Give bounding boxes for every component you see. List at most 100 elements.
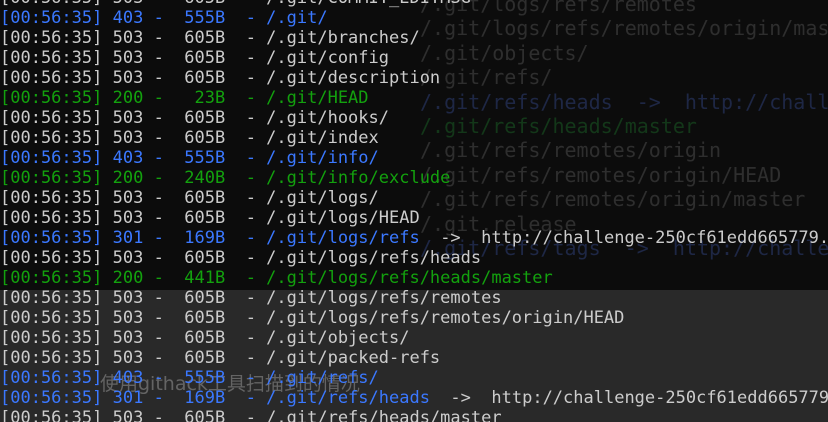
log-request-path: /.git/logs/HEAD — [266, 208, 420, 228]
log-status-code: 503 — [112, 68, 144, 88]
log-request-path: /.git/refs/heads — [266, 388, 430, 408]
log-status-code: 503 — [112, 248, 144, 268]
log-response-size: 555B — [184, 368, 226, 388]
log-status-code: 503 — [112, 308, 144, 328]
log-line: [00:56:35] 301 - 169B - /.git/refs/heads… — [0, 388, 828, 408]
log-response-size: 605B — [184, 68, 226, 88]
log-status-code: 503 — [112, 108, 144, 128]
log-request-path: /.git/logs/ — [266, 188, 379, 208]
log-timestamp: [00:56:35] — [0, 128, 103, 148]
log-response-size: 605B — [184, 188, 226, 208]
log-response-size: 169B — [184, 228, 226, 248]
log-timestamp: [00:56:35] — [0, 208, 103, 228]
log-line: [00:56:35] 200 - 240B - /.git/info/exclu… — [0, 168, 451, 188]
log-request-path: /.git/ — [266, 8, 328, 28]
log-request-path: /.git/HEAD — [266, 88, 369, 108]
log-timestamp: [00:56:35] — [0, 28, 103, 48]
log-response-size: 169B — [184, 388, 226, 408]
log-status-code: 503 — [112, 128, 144, 148]
log-request-path: /.git/info/ — [266, 148, 379, 168]
log-line: [00:56:35] 503 - 605B - /.git/logs/ — [0, 188, 379, 208]
log-response-size: 605B — [184, 348, 226, 368]
log-request-path: /.git/logs/refs/remotes/origin/HEAD — [266, 308, 625, 328]
log-response-size: 441B — [184, 268, 226, 288]
log-timestamp: [00:56:35] — [0, 408, 103, 422]
log-request-path: /.git/branches/ — [266, 28, 420, 48]
log-timestamp: [00:56:35] — [0, 368, 103, 388]
log-timestamp: [00:56:35] — [0, 308, 103, 328]
log-line: [00:56:35] 503 - 605B - /.git/objects/ — [0, 328, 410, 348]
log-status-code: 503 — [112, 208, 144, 228]
log-response-size: 605B — [184, 328, 226, 348]
log-timestamp: [00:56:35] — [0, 88, 103, 108]
log-timestamp: [00:56:35] — [0, 348, 103, 368]
terminal-window[interactable]: /.git/logs/refs/remotes/.git/logs/refs/r… — [0, 0, 828, 422]
log-timestamp: [00:56:35] — [0, 188, 103, 208]
log-request-path: /.git/objects/ — [266, 328, 410, 348]
log-timestamp: [00:56:35] — [0, 0, 102, 8]
log-response-size: 605B — [184, 0, 225, 8]
log-timestamp: [00:56:35] — [0, 268, 103, 288]
log-timestamp: [00:56:35] — [0, 328, 103, 348]
log-response-size: 605B — [184, 408, 226, 422]
log-redirect-url: http://challenge-250cf61edd665779.s — [491, 388, 828, 408]
log-timestamp: [00:56:35] — [0, 388, 103, 408]
log-line: [00:56:35] 503 - 605B - /.git/packed-ref… — [0, 348, 441, 368]
log-request-path: /.git/config — [266, 48, 389, 68]
log-request-path: /.git/index — [266, 128, 379, 148]
log-response-size: 240B — [184, 168, 226, 188]
log-request-path: /.git/packed-refs — [266, 348, 441, 368]
log-line: [00:56:35] 403 - 555B - /.git/ — [0, 8, 328, 28]
log-response-size: 605B — [184, 208, 226, 228]
log-request-path: /.git/description — [266, 68, 441, 88]
log-timestamp: [00:56:35] — [0, 8, 103, 28]
log-request-path: /.git/logs/refs/heads — [266, 248, 482, 268]
log-request-path: /.git/logs/refs/heads/master — [266, 268, 553, 288]
log-timestamp: [00:56:35] — [0, 108, 103, 128]
log-line: [00:56:35] 200 - 23B - /.git/HEAD — [0, 88, 369, 108]
log-line: [00:56:35] 403 - 555B - /.git/info/ — [0, 148, 379, 168]
log-status-code: 200 — [112, 88, 144, 108]
log-status-code: 503 — [113, 0, 144, 8]
log-line: [00:56:35] 503 - 605B - /.git/descriptio… — [0, 68, 441, 88]
log-status-code: 200 — [112, 168, 144, 188]
log-response-size: 23B — [194, 88, 226, 108]
log-status-code: 503 — [112, 408, 144, 422]
log-timestamp: [00:56:35] — [0, 148, 103, 168]
log-line: [00:56:35] 301 - 169B - /.git/logs/refs … — [0, 228, 828, 248]
log-response-size: 605B — [184, 48, 226, 68]
log-line: [00:56:35] 503 - 605B - /.git/refs/heads… — [0, 408, 828, 422]
log-line: [00:56:35] 503 - 605B - /.git/index — [0, 128, 379, 148]
log-status-code: 403 — [112, 8, 144, 28]
log-status-code: 503 — [112, 188, 144, 208]
log-status-code: 503 — [112, 288, 144, 308]
log-request-path: /.git/refs/ — [266, 368, 379, 388]
log-timestamp: [00:56:35] — [0, 288, 103, 308]
redirect-arrow-icon: -> — [440, 228, 461, 248]
log-timestamp: [00:56:35] — [0, 248, 103, 268]
log-response-size: 555B — [184, 148, 226, 168]
log-line: [00:56:35] 503 - 605B - /.git/logs/refs/… — [0, 288, 502, 308]
log-redirect-url: http://challenge-250cf61edd665779.sa — [481, 228, 828, 248]
log-line: [00:56:35] 503 - 605B - /.git/branches/ — [0, 28, 420, 48]
log-line: [00:56:35] 503 - 605B - /.git/logs/HEAD — [0, 208, 420, 228]
log-line: [00:56:35] 503 - 605B - /.git/COMMIT_EDI… — [0, 0, 828, 8]
log-request-path: /.git/COMMIT_EDITMSG — [266, 0, 471, 8]
log-status-code: 503 — [112, 28, 144, 48]
log-line: [00:56:35] 503 - 605B - /.git/hooks/ — [0, 108, 389, 128]
log-response-size: 605B — [184, 108, 226, 128]
log-line: [00:56:35] 503 - 605B - /.git/logs/refs/… — [0, 248, 482, 268]
log-status-code: 301 — [112, 228, 144, 248]
log-line: [00:56:35] 200 - 441B - /.git/logs/refs/… — [0, 268, 553, 288]
log-request-path: /.git/hooks/ — [266, 108, 389, 128]
log-request-path: /.git/info/exclude — [266, 168, 451, 188]
log-timestamp: [00:56:35] — [0, 228, 103, 248]
log-response-size: 605B — [184, 28, 226, 48]
log-timestamp: [00:56:35] — [0, 48, 103, 68]
log-status-code: 301 — [112, 388, 144, 408]
log-line: [00:56:35] 503 - 605B - /.git/config — [0, 48, 389, 68]
log-status-code: 503 — [112, 48, 144, 68]
log-response-size: 605B — [184, 248, 226, 268]
log-status-code: 403 — [112, 148, 144, 168]
log-response-size: 605B — [184, 288, 226, 308]
